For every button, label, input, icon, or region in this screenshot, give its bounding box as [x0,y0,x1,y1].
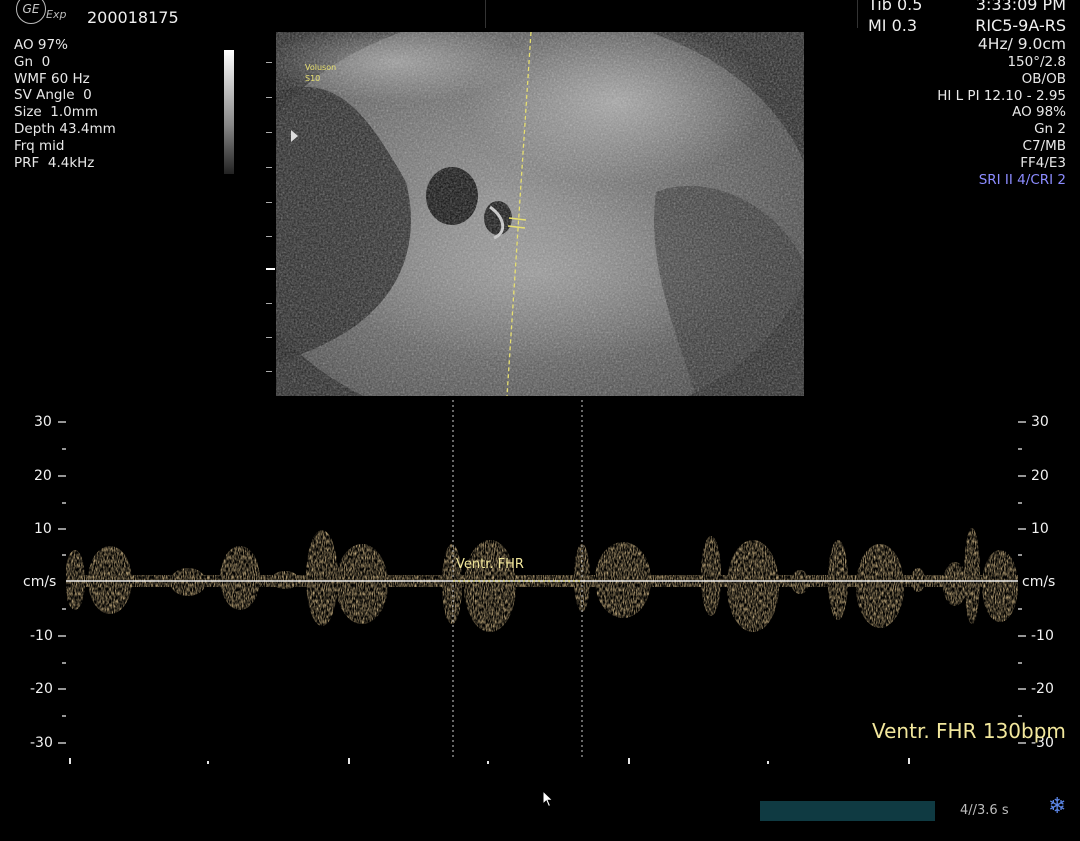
param-line: HI L PI 12.10 - 2.95 [937,87,1066,104]
depth-tick [266,337,272,338]
depth-tick [266,132,272,133]
velocity-unit: cm/s [1022,574,1056,590]
depth-tick [266,303,272,304]
param-line: Gn 2 [1034,121,1066,138]
depth-tick [266,167,272,168]
scale-label: 20 [1031,468,1049,484]
mi-value: MI 0.3 [868,16,918,35]
probe-name: RIC5-9A-RS [975,16,1066,35]
clock-time: 3:33:09 PM [975,0,1066,14]
cine-progress-bar[interactable] [760,801,935,821]
b-mode-image[interactable] [276,32,804,396]
param-line: AO 97% [14,37,68,53]
system-label-line: S10 [305,74,321,83]
header-divider [487,0,858,28]
rate-depth: 4Hz/ 9.0cm [977,35,1066,53]
snowflake-icon[interactable]: ❄ [1048,794,1066,819]
ge-logo-icon: GE [16,0,46,24]
param-line: Gn 0 [14,53,51,70]
mouse-pointer-icon [542,790,554,808]
depth-tick [266,202,272,203]
scale-label: -10 [1031,628,1054,644]
depth-tick [266,97,272,98]
scale-label: 30 [1031,414,1049,430]
scale-label: 10 [1031,521,1049,537]
imaging-parameters: 4Hz/ 9.0cm 150°/2.8 OB/OB HI L PI 12.10 … [937,35,1066,188]
velocity-unit: cm/s [23,574,57,590]
param-line: OB/OB [1021,70,1066,87]
scale-label: 30 [34,414,52,430]
param-line: Frq mid [14,137,65,154]
sri-setting: SRI II 4/CRI 2 [978,171,1066,188]
param-line: AO 98% [1012,104,1066,121]
depth-tick [266,371,272,372]
param-line: WMF 60 Hz [14,70,90,87]
param-line: 150°/2.8 [1007,54,1066,70]
heart-rate-result: Ventr. FHR 130bpm [872,719,1066,743]
scale-label: -20 [1031,681,1054,697]
grayscale-bar [224,50,234,174]
scale-label: -20 [30,681,53,697]
scale-label: -10 [30,628,53,644]
safety-indices: Tib 0.5 MI 0.3 [868,0,922,36]
system-label-line: Voluson [305,63,337,72]
scale-label: -30 [30,735,53,751]
system-label: Voluson S10 [305,62,336,84]
cine-frame-info: 4//3.6 s [960,803,1009,818]
param-line: SV Angle 0 [14,87,92,104]
scale-label: 20 [34,468,52,484]
focus-marker-icon[interactable] [291,130,298,142]
patient-id: 200018175 [87,8,179,27]
param-line: PRF 4.4kHz [14,154,95,171]
tib-value: Tib 0.5 [868,0,923,14]
scale-label: 10 [34,521,52,537]
time-probe-block: 3:33:09 PM RIC5-9A-RS [975,0,1066,36]
param-line: FF4/E3 [1020,154,1066,171]
depth-tick [266,268,275,270]
measurement-label: Ventr. FHR [456,557,524,572]
depth-tick [266,236,272,237]
doppler-parameters: AO 97% Gn 0 WMF 60 Hz SV Angle 0 Size 1.… [14,37,116,171]
logo-sub-label: Exp [46,8,67,21]
param-line: Size 1.0mm [14,104,99,121]
depth-tick [266,62,272,63]
param-line: Depth 43.4mm [14,120,116,137]
param-line: C7/MB [1022,137,1066,154]
